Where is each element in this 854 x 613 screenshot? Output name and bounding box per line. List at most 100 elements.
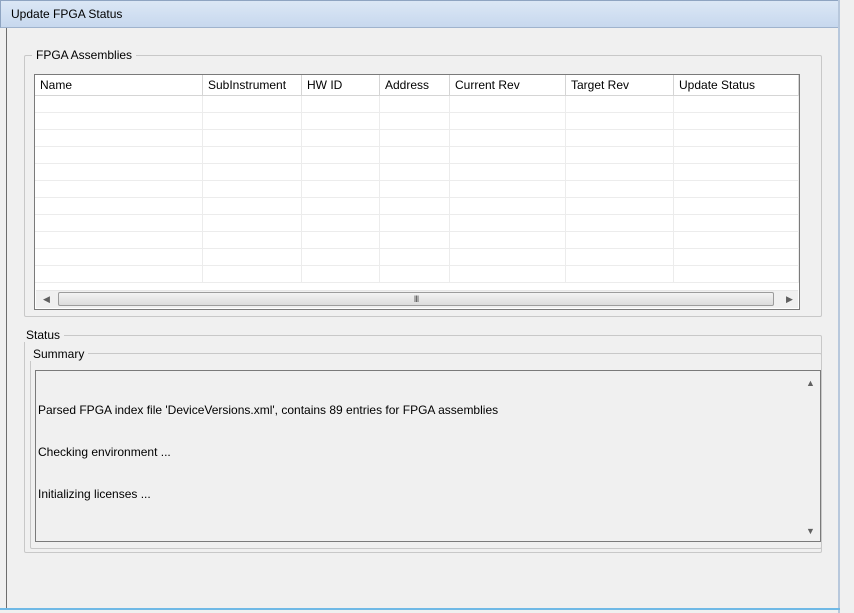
table-cell [450, 266, 566, 283]
table-cell [302, 113, 380, 130]
table-cell [566, 181, 674, 198]
table-cell [380, 215, 450, 232]
table-cell [450, 198, 566, 215]
table-cell [380, 147, 450, 164]
table-cell [203, 198, 302, 215]
table-cell [302, 266, 380, 283]
table-cell [450, 113, 566, 130]
table-row[interactable] [35, 198, 799, 215]
table-cell [674, 181, 799, 198]
scroll-left-icon[interactable]: ◀ [38, 291, 55, 308]
table-cell [674, 147, 799, 164]
table-cell [450, 215, 566, 232]
column-header-hw-id[interactable]: HW ID [302, 75, 380, 95]
table-cell [35, 147, 203, 164]
table-row[interactable] [35, 181, 799, 198]
scroll-up-icon[interactable]: ▲ [802, 374, 819, 391]
table-row[interactable] [35, 266, 799, 283]
table-cell [35, 266, 203, 283]
table-cell [302, 232, 380, 249]
table-cell [450, 232, 566, 249]
table-cell [380, 113, 450, 130]
column-header-address[interactable]: Address [380, 75, 450, 95]
log-line: Initializing licenses ... [38, 487, 151, 501]
table-cell [203, 164, 302, 181]
column-header-subinstrument[interactable]: SubInstrument [203, 75, 302, 95]
summary-log-text: Parsed FPGA index file 'DeviceVersions.x… [38, 375, 798, 529]
table-row[interactable] [35, 130, 799, 147]
scroll-right-icon[interactable]: ▶ [781, 291, 798, 308]
table-row[interactable] [35, 113, 799, 130]
log-line: Checking environment ... [38, 445, 171, 459]
table-cell [203, 232, 302, 249]
table-cell [566, 215, 674, 232]
table-cell [380, 249, 450, 266]
scroll-down-icon[interactable]: ▼ [802, 522, 819, 539]
table-cell [674, 130, 799, 147]
table-row[interactable] [35, 164, 799, 181]
table-cell [674, 96, 799, 113]
table-cell [35, 96, 203, 113]
window-border-left [6, 28, 7, 608]
table-cell [674, 232, 799, 249]
window-title: Update FPGA Status [11, 7, 123, 21]
table-cell [566, 266, 674, 283]
table-cell [566, 147, 674, 164]
table-cell [302, 181, 380, 198]
table-cell [674, 164, 799, 181]
table-cell [203, 215, 302, 232]
table-cell [380, 130, 450, 147]
table-cell [302, 215, 380, 232]
log-line: Parsed FPGA index file 'DeviceVersions.x… [38, 403, 499, 417]
table-cell [203, 147, 302, 164]
column-header-target-rev[interactable]: Target Rev [566, 75, 674, 95]
table-cell [566, 96, 674, 113]
table-cell [35, 113, 203, 130]
table-cell [35, 198, 203, 215]
table-cell [674, 266, 799, 283]
table-header: Name SubInstrument HW ID Address Current… [35, 75, 799, 96]
fpga-assemblies-legend: FPGA Assemblies [32, 48, 137, 62]
table-cell [203, 113, 302, 130]
title-bar[interactable]: Update FPGA Status [0, 0, 840, 28]
scroll-thumb[interactable]: III [58, 292, 774, 306]
column-header-name[interactable]: Name [35, 75, 203, 95]
vertical-scrollbar[interactable]: ▲ ▼ [802, 372, 819, 540]
status-legend: Status [22, 328, 65, 342]
table-cell [302, 130, 380, 147]
column-header-current-rev[interactable]: Current Rev [450, 75, 566, 95]
column-header-update-status[interactable]: Update Status [674, 75, 799, 95]
scroll-thumb-grip: III [413, 294, 419, 304]
table-row[interactable] [35, 215, 799, 232]
table-cell [35, 215, 203, 232]
horizontal-scrollbar[interactable]: ◀ III ▶ [36, 290, 798, 308]
table-row[interactable] [35, 249, 799, 266]
table-cell [35, 130, 203, 147]
table-row[interactable] [35, 147, 799, 164]
table-cell [203, 96, 302, 113]
table-row[interactable] [35, 96, 799, 113]
table-cell [35, 232, 203, 249]
table-cell [566, 249, 674, 266]
table-cell [566, 130, 674, 147]
table-cell [35, 181, 203, 198]
table-cell [302, 249, 380, 266]
table-cell [380, 198, 450, 215]
table-cell [380, 164, 450, 181]
table-cell [302, 198, 380, 215]
table-cell [203, 266, 302, 283]
table-cell [674, 113, 799, 130]
table-cell [35, 164, 203, 181]
table-row[interactable] [35, 232, 799, 249]
summary-log[interactable]: Parsed FPGA index file 'DeviceVersions.x… [35, 370, 821, 542]
table-body [35, 96, 799, 283]
table-cell [450, 96, 566, 113]
window-border-right [838, 0, 840, 613]
table-cell [450, 147, 566, 164]
table-cell [450, 249, 566, 266]
fpga-assemblies-table[interactable]: Name SubInstrument HW ID Address Current… [34, 74, 800, 310]
table-cell [203, 130, 302, 147]
table-cell [302, 147, 380, 164]
table-cell [203, 249, 302, 266]
table-cell [566, 198, 674, 215]
